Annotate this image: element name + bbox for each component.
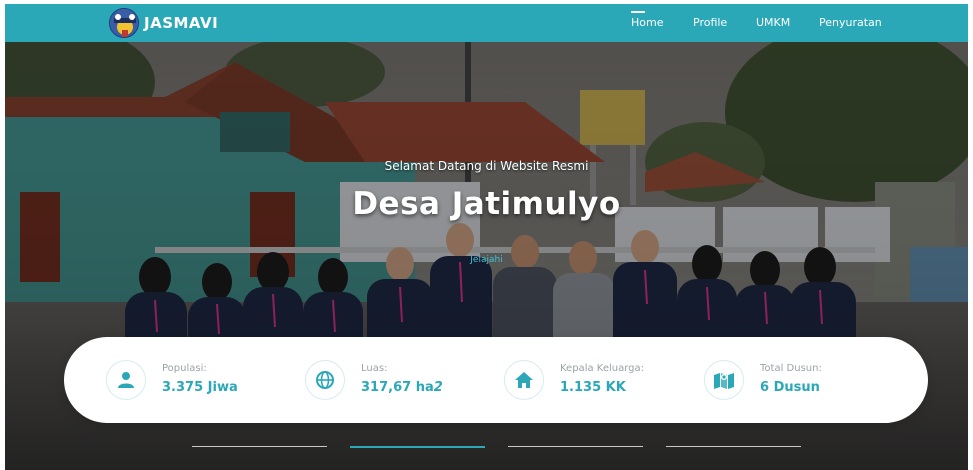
hero-subtitle: Selamat Datang di Website Resmi (384, 159, 589, 173)
stat-label: Populasi: (162, 363, 207, 374)
stat-value: 3.375 Jiwa (162, 380, 238, 395)
nav-umkm[interactable]: UMKM (756, 16, 790, 29)
person-icon (106, 360, 146, 400)
stats-card: Populasi: 3.375 Jiwa Luas: 317,67 ha2 Ke… (64, 337, 928, 423)
nav-penyuratan[interactable]: Penyuratan (819, 16, 882, 29)
map-icon (704, 360, 744, 400)
stat-value-number: 317,67 ha (361, 380, 434, 395)
brand-logo-icon (109, 8, 139, 38)
stat-value: 6 Dusun (760, 380, 820, 395)
brand[interactable]: JASMAVI (109, 8, 218, 38)
stat-label: Total Dusun: (760, 363, 822, 374)
home-icon (504, 360, 544, 400)
page: JASMAVI Home Profile UMKM Penyuratan Sel… (0, 0, 973, 470)
hero-title: Desa Jatimulyo (352, 186, 621, 222)
hero-cta-link[interactable]: Jelajahi (5, 255, 968, 265)
stat-label: Kepala Keluarga: (560, 363, 645, 374)
stat-value: 317,67 ha2 (361, 380, 443, 395)
nav-active-indicator (631, 11, 645, 13)
stat-value-unit-power: 2 (433, 380, 443, 395)
stat-label: Luas: (361, 363, 388, 374)
stat-value: 1.135 KK (560, 380, 626, 395)
slide-indicator-1[interactable] (192, 446, 327, 447)
slide-indicator-4[interactable] (666, 446, 801, 447)
navbar: JASMAVI Home Profile UMKM Penyuratan (5, 4, 968, 42)
globe-icon (305, 360, 345, 400)
nav-profile[interactable]: Profile (693, 16, 727, 29)
slide-indicator-3[interactable] (508, 446, 643, 447)
nav-home[interactable]: Home (631, 16, 663, 29)
slide-indicator-2[interactable] (350, 446, 485, 448)
brand-name: JASMAVI (144, 14, 219, 32)
